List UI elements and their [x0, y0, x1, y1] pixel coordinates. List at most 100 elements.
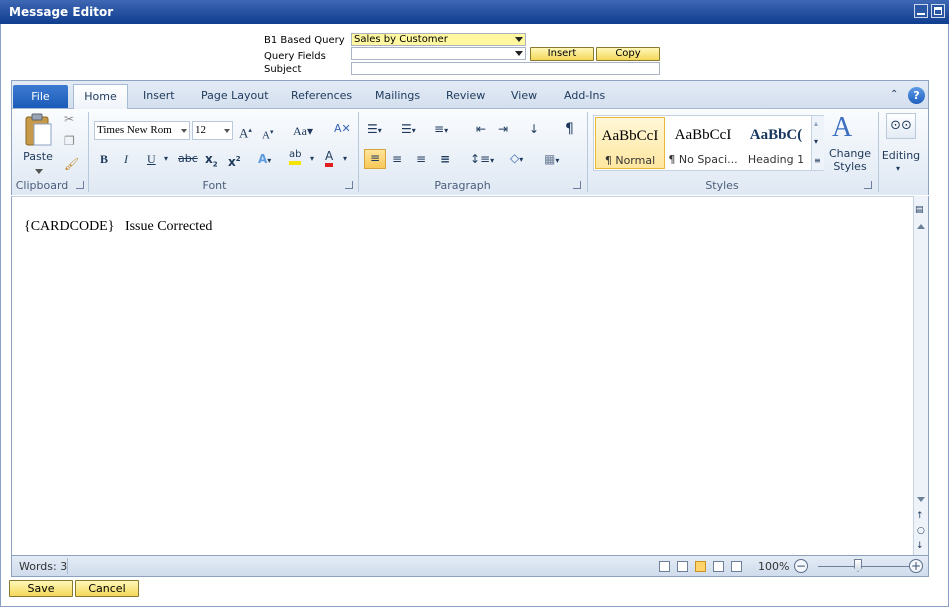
tab-home[interactable]: Home [73, 84, 128, 110]
chevron-down-icon [181, 129, 187, 133]
font-family-value: Times New Rom [97, 124, 172, 136]
tab-view[interactable]: View [511, 89, 537, 102]
help-icon[interactable]: ? [908, 87, 925, 104]
style-sample: AaBbC( [749, 127, 803, 143]
change-styles-button[interactable]: A Change Styles [827, 111, 873, 173]
show-formatting-icon[interactable]: ¶ [565, 121, 574, 137]
more-styles-icon[interactable]: ≡ [814, 153, 821, 169]
chevron-down-icon[interactable]: ▾ [814, 134, 818, 150]
clipboard-launcher-icon[interactable] [76, 181, 84, 189]
copy-icon[interactable]: ❐ [64, 133, 75, 149]
tab-add-ins[interactable]: Add-Ins [564, 89, 605, 102]
multilevel-list-icon[interactable]: ≡▾ [434, 121, 448, 139]
next-page-icon[interactable]: ↓ [916, 538, 924, 554]
align-left-icon[interactable]: ≡ [364, 149, 386, 169]
subject-input[interactable] [351, 62, 660, 75]
scroll-down-icon[interactable] [917, 497, 925, 502]
sort-icon[interactable]: ↓ [529, 121, 539, 137]
styles-launcher-icon[interactable] [864, 181, 872, 189]
increase-indent-icon[interactable]: ⇥ [498, 121, 508, 137]
chevron-down-icon[interactable]: ▾ [343, 151, 347, 167]
previous-page-icon[interactable]: ↑ [916, 508, 924, 524]
chevron-up-icon[interactable]: ▴ [814, 116, 818, 132]
bold-icon[interactable]: B [100, 151, 108, 167]
align-right-icon[interactable]: ≡ [416, 151, 426, 167]
grow-font-icon[interactable]: A▴ [239, 122, 252, 141]
align-center-icon[interactable]: ≡ [392, 151, 402, 167]
word-count[interactable]: Words: 3 [19, 560, 67, 573]
group-divider [88, 112, 89, 192]
style-heading-1[interactable]: AaBbC( Heading 1 [741, 117, 811, 169]
justify-icon[interactable]: ≡ [440, 151, 450, 167]
chevron-down-icon[interactable]: ▾ [164, 151, 168, 167]
font-family-combo[interactable]: Times New Rom [94, 121, 190, 140]
b1-query-dropdown[interactable]: Sales by Customer [351, 33, 526, 46]
font-size-combo[interactable]: 12 [192, 121, 233, 140]
tab-insert[interactable]: Insert [143, 89, 175, 102]
change-case-icon[interactable]: Aa▾ [293, 123, 313, 139]
scroll-up-icon[interactable] [917, 224, 925, 229]
zoom-slider-thumb[interactable] [854, 559, 862, 572]
change-styles-label: Change Styles [828, 147, 872, 173]
chevron-down-icon[interactable]: ▾ [310, 151, 314, 167]
web-layout-icon[interactable] [695, 561, 706, 572]
paste-button[interactable]: Paste [21, 113, 55, 174]
zoom-level[interactable]: 100% [758, 560, 789, 573]
highlight-icon[interactable]: ab [289, 149, 302, 165]
tab-page-layout[interactable]: Page Layout [201, 89, 269, 102]
style-normal[interactable]: AaBbCcI ¶ Normal [595, 117, 665, 169]
subscript-icon[interactable]: x2 [205, 151, 218, 172]
shading-icon[interactable]: ◇▾ [510, 150, 523, 168]
print-layout-icon[interactable] [659, 561, 670, 572]
format-painter-icon[interactable]: 🖌 [64, 156, 79, 172]
tab-mailings[interactable]: Mailings [375, 89, 420, 102]
draft-view-icon[interactable] [731, 561, 742, 572]
query-fields-dropdown[interactable] [351, 47, 526, 60]
line-spacing-icon[interactable]: ↕≡▾ [470, 151, 494, 169]
tab-references[interactable]: References [291, 89, 352, 102]
ruler-toggle-icon[interactable]: ▤ [915, 202, 924, 218]
outline-view-icon[interactable] [713, 561, 724, 572]
numbering-icon[interactable]: ☰▾ [401, 121, 416, 139]
font-color-icon[interactable]: A [325, 149, 334, 167]
change-styles-icon: A [832, 112, 853, 143]
zoom-slider-track[interactable] [818, 566, 910, 567]
editing-button[interactable]: ⊙⊙ Editing ▾ [880, 111, 924, 173]
query-fields-label: Query Fields [264, 51, 326, 62]
tab-review[interactable]: Review [446, 89, 485, 102]
ribbon-tab-bar: File Home Insert Page Layout References … [12, 81, 928, 110]
styles-gallery-scroll[interactable]: ▴ ▾ ≡ [811, 116, 824, 170]
italic-icon[interactable]: I [124, 151, 128, 167]
font-launcher-icon[interactable] [345, 181, 353, 189]
maximize-icon[interactable] [931, 4, 945, 18]
zoom-in-icon[interactable]: + [909, 559, 923, 573]
collapse-ribbon-icon[interactable]: ⌃ [890, 87, 898, 103]
text-effects-icon[interactable]: A▾ [258, 151, 271, 169]
copy-button[interactable]: Copy [596, 47, 660, 61]
strikethrough-icon[interactable]: abc [178, 151, 198, 167]
shrink-font-icon[interactable]: A▾ [262, 124, 273, 144]
paragraph-launcher-icon[interactable] [573, 181, 581, 189]
superscript-icon[interactable]: x2 [228, 151, 241, 170]
borders-icon[interactable]: ▦▾ [544, 151, 559, 169]
zoom-out-icon[interactable]: − [794, 559, 808, 573]
save-button[interactable]: Save [9, 580, 73, 597]
document-area[interactable]: {CARDCODE} Issue Corrected [11, 196, 913, 555]
minimize-icon[interactable] [914, 4, 928, 18]
clear-formatting-icon[interactable]: A✕ [334, 121, 351, 137]
cut-icon[interactable]: ✂ [64, 111, 74, 127]
document-text[interactable]: {CARDCODE} Issue Corrected [24, 219, 212, 235]
insert-button[interactable]: Insert [530, 47, 594, 61]
chevron-down-icon [515, 51, 523, 56]
ribbon: File Home Insert Page Layout References … [11, 80, 929, 195]
underline-icon[interactable]: U [147, 151, 156, 167]
decrease-indent-icon[interactable]: ⇤ [476, 121, 486, 137]
select-browse-object-icon[interactable]: ○ [917, 523, 925, 539]
tab-file[interactable]: File [13, 85, 68, 108]
b1-query-value: Sales by Customer [354, 34, 448, 45]
cancel-button[interactable]: Cancel [75, 580, 139, 597]
style-no-spacing[interactable]: AaBbCcI ¶ No Spaci... [668, 117, 738, 169]
bullets-icon[interactable]: ☰▾ [367, 121, 382, 139]
full-screen-reading-icon[interactable] [677, 561, 688, 572]
vertical-scrollbar[interactable]: ▤ ↑ ○ ↓ [913, 196, 929, 555]
